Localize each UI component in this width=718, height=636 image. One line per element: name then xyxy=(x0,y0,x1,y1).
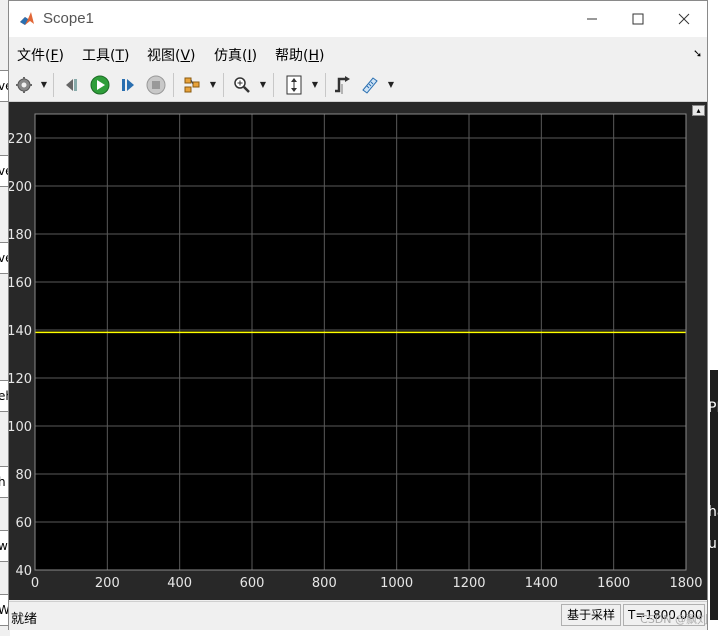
matlab-logo-icon xyxy=(19,11,35,27)
x-tick-label: 800 xyxy=(312,576,337,591)
step-back-icon xyxy=(66,79,77,91)
maximize-button[interactable] xyxy=(615,1,661,37)
toolbar-separator xyxy=(273,73,274,97)
zoom-in-button[interactable] xyxy=(231,74,253,96)
triggers-icon xyxy=(335,76,350,94)
y-tick-label: 200 xyxy=(9,180,32,195)
status-text: 就绪 xyxy=(11,612,38,627)
menu-accelerator: H xyxy=(308,48,319,64)
menu-label-tail: ) xyxy=(251,48,258,64)
signal-layout-button[interactable] xyxy=(181,74,203,96)
background-fragment: u xyxy=(708,536,717,552)
undock-button[interactable]: ▴ xyxy=(692,105,705,116)
menu-accelerator: V xyxy=(180,48,191,64)
x-tick-label: 0 xyxy=(31,576,39,591)
x-tick-label: 1400 xyxy=(525,576,558,591)
zoom-in-icon xyxy=(234,77,250,93)
y-tick-label: 80 xyxy=(15,468,32,483)
title-bar[interactable]: Scope1 xyxy=(9,1,707,37)
stop-icon xyxy=(146,75,166,95)
x-tick-label: 200 xyxy=(95,576,120,591)
y-tick-label: 100 xyxy=(9,420,32,435)
toolbar-separator xyxy=(173,73,174,97)
menu-label-tail: ) xyxy=(58,48,64,64)
settings-button[interactable] xyxy=(13,74,35,96)
menu-bar: 文件(F) 工具(T) 视图(V) 仿真(I) 帮助(H) ➘ xyxy=(9,39,707,67)
scope-window: Scope1 文件(F) 工具(T) 视图(V) 仿真(I) 帮助(H) ➘ ▼ xyxy=(8,0,708,630)
autoscale-button[interactable] xyxy=(283,74,305,96)
menu-help[interactable]: 帮助(H) xyxy=(275,45,324,65)
y-tick-label: 140 xyxy=(9,324,32,339)
menu-accelerator: F xyxy=(50,48,59,64)
sample-mode-indicator: 基于采样 xyxy=(561,604,621,626)
y-tick-label: 180 xyxy=(9,228,32,243)
menu-tools[interactable]: 工具(T) xyxy=(82,45,130,65)
status-bar: 就绪 基于采样 T=1800.000 xyxy=(9,601,707,630)
menu-view[interactable]: 视图(V) xyxy=(147,45,196,65)
background-fragment: ha xyxy=(708,504,718,520)
background-fragment: PE xyxy=(708,400,718,416)
autoscale-dropdown-icon[interactable]: ▼ xyxy=(311,78,319,90)
window-title: Scope1 xyxy=(43,10,94,27)
toolbar-separator xyxy=(53,73,54,97)
toolbar-separator xyxy=(325,73,326,97)
autoscale-icon xyxy=(286,75,302,95)
watermark-text: CSDN @飘刘 xyxy=(640,613,708,626)
stop-button[interactable] xyxy=(145,74,167,96)
scope-display[interactable]: 40 60 80 100 120 140 160 180 200 220 0 200 400 600 80… xyxy=(9,102,707,600)
x-tick-labels: 0 200 400 600 800 1000 1200 1400 1600 1800 xyxy=(31,576,703,591)
step-back-button[interactable] xyxy=(61,74,83,96)
run-icon xyxy=(90,75,110,95)
menu-label: 文件( xyxy=(17,48,51,64)
menu-label: 工具( xyxy=(82,48,116,64)
scope-plot[interactable]: 40 60 80 100 120 140 160 180 200 220 0 200 400 600 80… xyxy=(9,102,707,600)
minimize-icon xyxy=(587,18,597,20)
run-button[interactable] xyxy=(89,74,111,96)
menu-label-tail: ) xyxy=(124,48,130,64)
settings-dropdown-icon[interactable]: ▼ xyxy=(40,78,48,90)
menu-label-tail: ) xyxy=(319,48,325,64)
axes-background xyxy=(35,114,686,570)
menu-file[interactable]: 文件(F) xyxy=(17,45,64,65)
x-tick-label: 1800 xyxy=(669,576,702,591)
y-tick-label: 220 xyxy=(9,132,32,147)
menu-simulation[interactable]: 仿真(I) xyxy=(214,45,257,65)
x-tick-label: 600 xyxy=(240,576,265,591)
measurements-icon xyxy=(362,77,378,94)
step-forward-button[interactable] xyxy=(117,74,139,96)
menu-accelerator: T xyxy=(115,48,125,64)
x-tick-label: 1000 xyxy=(380,576,413,591)
y-tick-label: 160 xyxy=(9,276,32,291)
maximize-icon xyxy=(632,13,644,25)
menu-label: 仿真( xyxy=(214,48,248,64)
menu-label: 视图( xyxy=(147,48,181,64)
y-tick-labels: 40 60 80 100 120 140 160 180 200 220 xyxy=(9,132,32,579)
measurements-dropdown-icon[interactable]: ▼ xyxy=(387,78,395,90)
signal-layout-icon xyxy=(184,77,200,93)
close-button[interactable] xyxy=(661,1,707,37)
x-tick-label: 1200 xyxy=(452,576,485,591)
menu-label: 帮助( xyxy=(275,48,309,64)
step-forward-icon xyxy=(122,79,134,91)
toolbar: ▼ ▼ ▼ ▼ ▼ xyxy=(9,69,707,102)
x-tick-label: 1600 xyxy=(597,576,630,591)
x-tick-label: 400 xyxy=(167,576,192,591)
menu-label-tail: ) xyxy=(190,48,196,64)
y-tick-label: 120 xyxy=(9,372,32,387)
toolbar-separator xyxy=(223,73,224,97)
close-icon xyxy=(678,13,690,25)
measurements-button[interactable] xyxy=(359,74,381,96)
minimize-button[interactable] xyxy=(569,1,615,37)
layout-dropdown-icon[interactable]: ▼ xyxy=(209,78,217,90)
gear-icon xyxy=(16,77,32,93)
zoom-dropdown-icon[interactable]: ▼ xyxy=(259,78,267,90)
triggers-button[interactable] xyxy=(331,74,353,96)
y-tick-label: 40 xyxy=(15,564,32,579)
y-tick-label: 60 xyxy=(15,516,32,531)
dock-arrow-icon[interactable]: ➘ xyxy=(693,47,702,60)
